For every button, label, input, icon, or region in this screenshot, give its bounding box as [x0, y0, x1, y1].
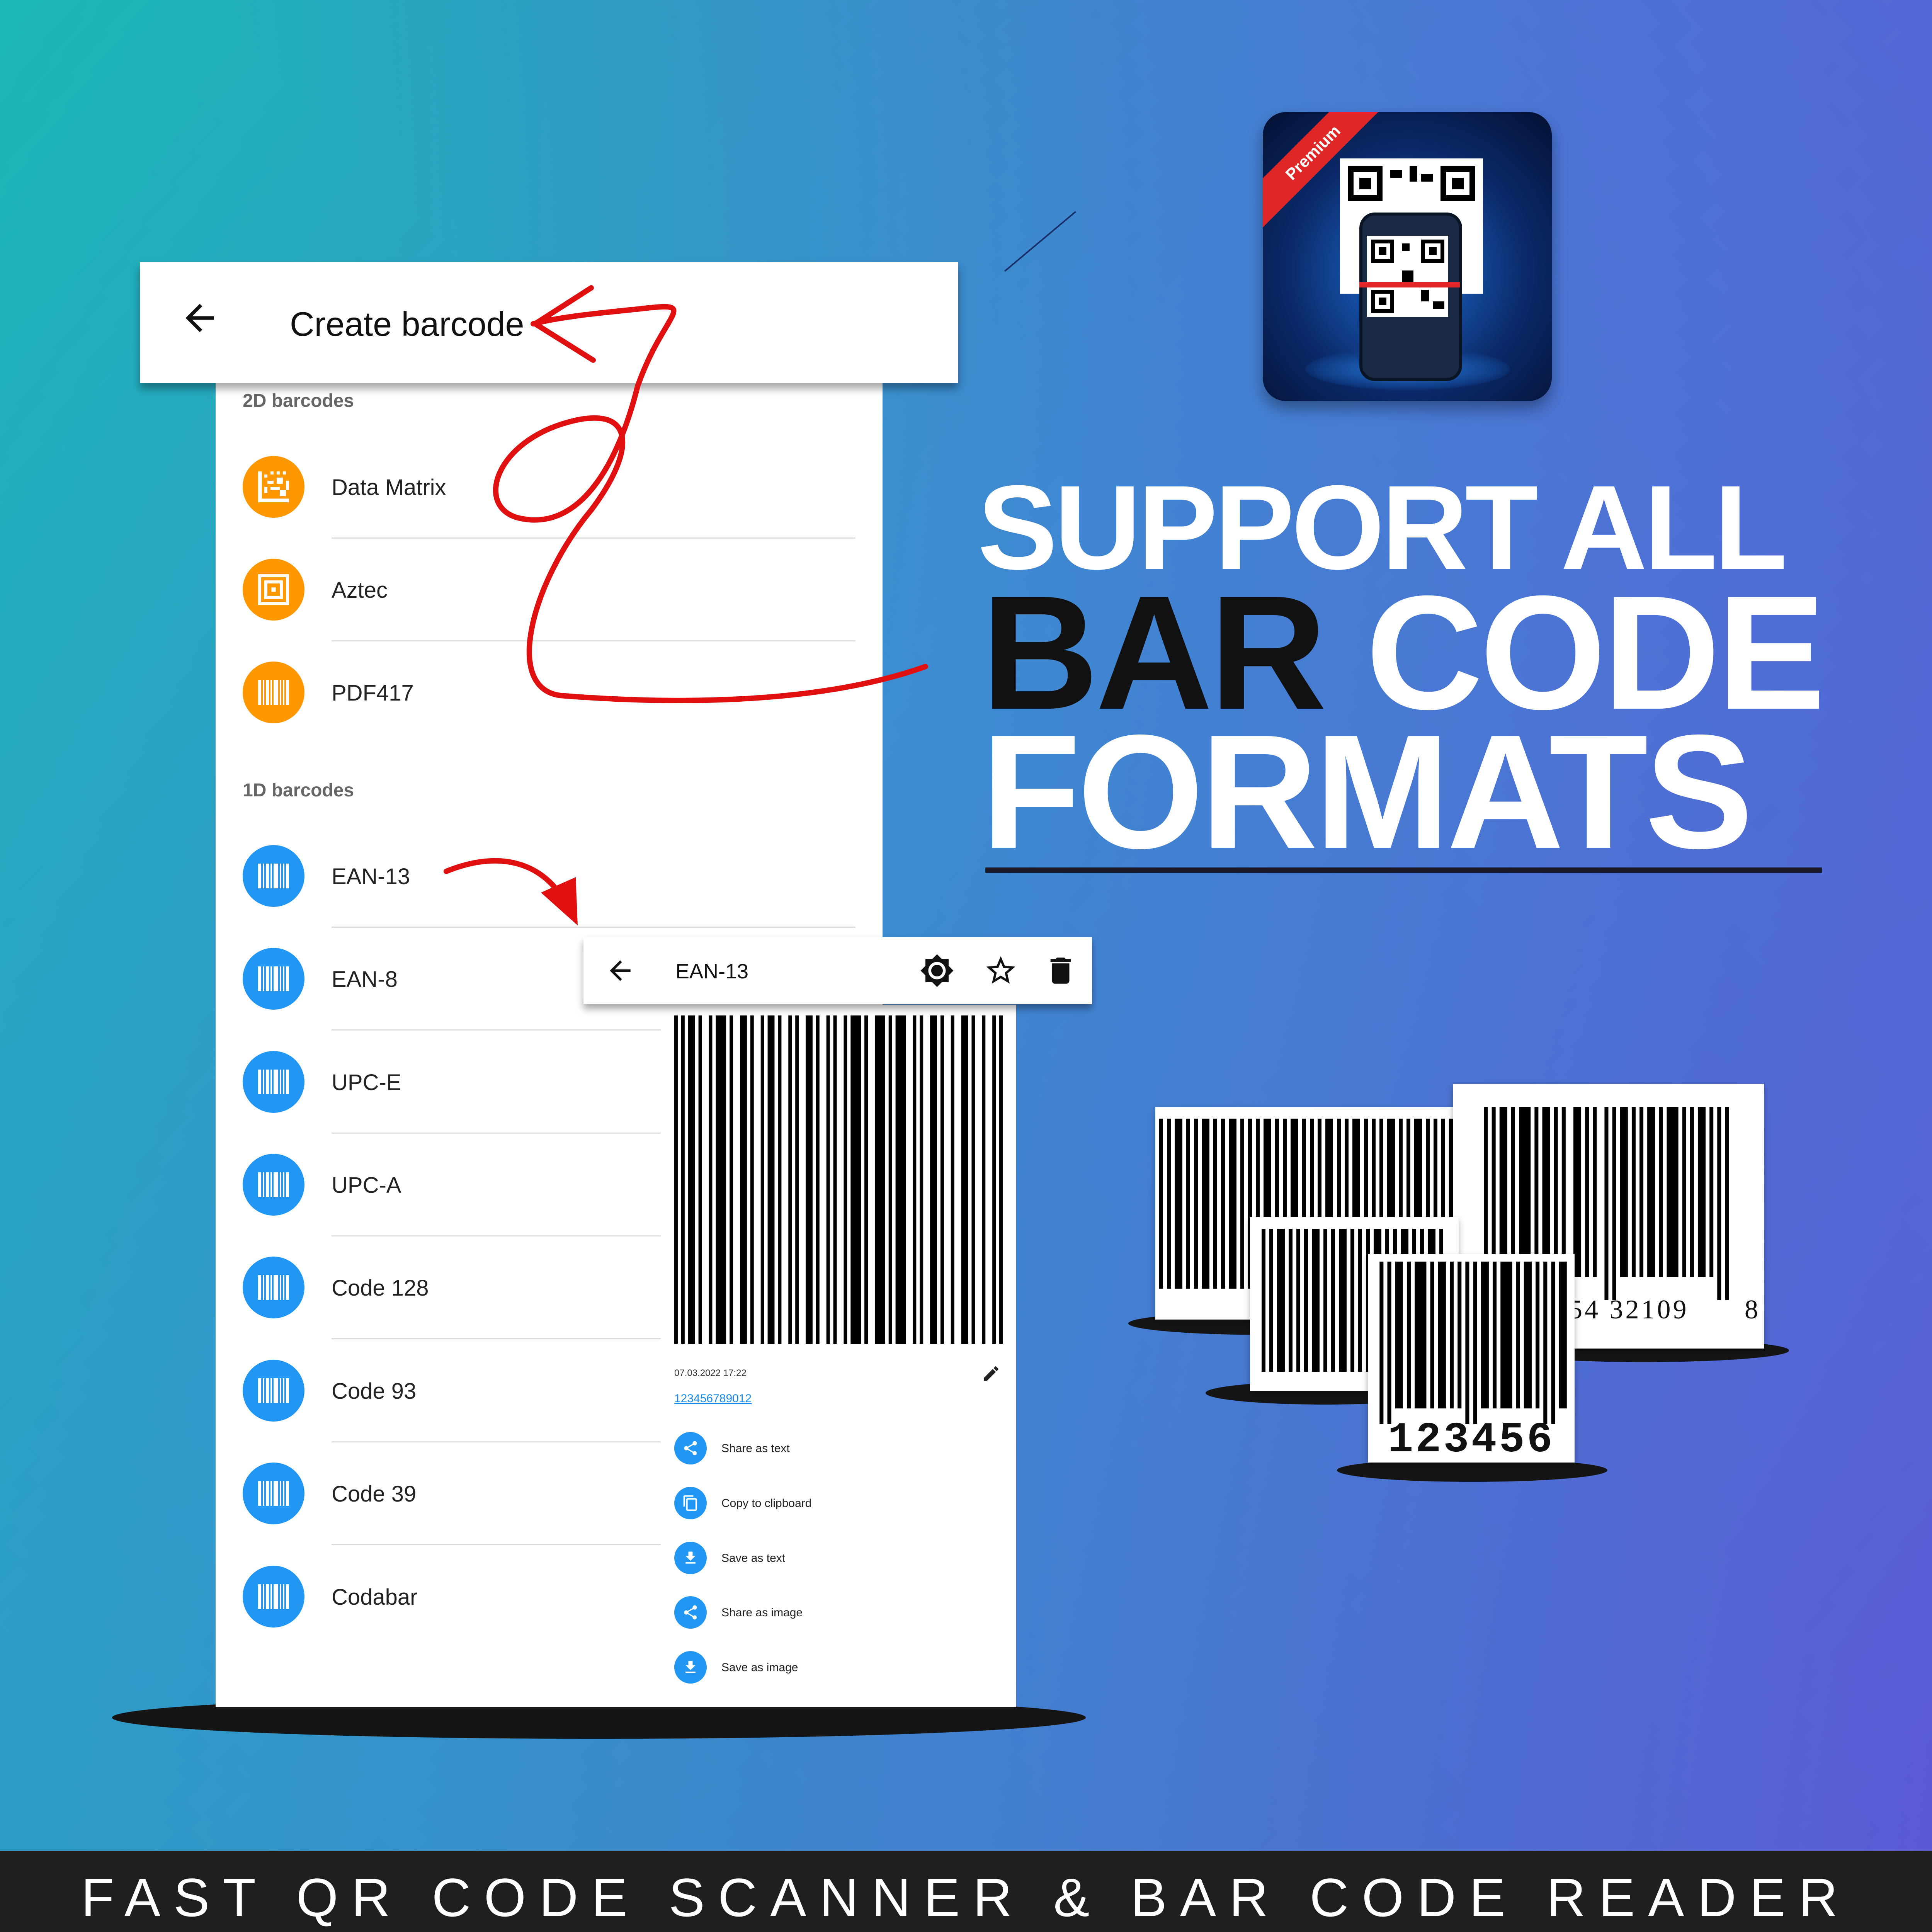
arrow-left-icon[interactable] [179, 297, 221, 339]
list-item-label: Data Matrix [332, 475, 446, 500]
list-item-pdf417[interactable]: PDF417 [243, 641, 855, 744]
section-2d-barcodes: 2D barcodes [243, 391, 354, 411]
barcode-card-front: 123456 [1368, 1254, 1575, 1464]
barcode-check-digit: 8 [1745, 1295, 1758, 1325]
barcode-icon [243, 948, 304, 1010]
list-item-ean-13[interactable]: EAN-13 [243, 825, 855, 928]
list-item-label: Codabar [332, 1585, 418, 1610]
aztec-icon [243, 559, 304, 621]
barcode-icon [243, 1463, 304, 1524]
brightness-icon[interactable] [920, 953, 954, 988]
action-share-as-image[interactable]: Share as image [674, 1593, 999, 1632]
scan-date: 07.03.2022 17:22 [674, 1368, 747, 1378]
footer-bar: FAST QR CODE SCANNER & BAR CODE READER [0, 1851, 1932, 1932]
share-icon [674, 1432, 707, 1464]
copy-icon [674, 1487, 707, 1519]
detail-title: EAN-13 [675, 960, 749, 983]
section-1d-barcodes: 1D barcodes [243, 780, 354, 801]
barcode-icon [243, 845, 304, 907]
download-icon [674, 1651, 707, 1684]
action-save-as-text[interactable]: Save as text [674, 1539, 999, 1577]
qr-code-small-icon [1367, 236, 1448, 317]
list-item-aztec[interactable]: Aztec [243, 539, 855, 641]
list-item-label: EAN-13 [332, 864, 410, 889]
create-barcode-app-bar: Create barcode [140, 262, 958, 383]
list-item-label: Code 39 [332, 1481, 417, 1507]
list-item-data-matrix[interactable]: Data Matrix [243, 436, 855, 539]
action-save-as-image[interactable]: Save as image [674, 1648, 999, 1687]
app-icon: Premium [1263, 112, 1552, 401]
list-item-label: UPC-A [332, 1173, 401, 1198]
data-matrix-icon [243, 456, 304, 518]
barcode-digits: 123456 [1388, 1416, 1555, 1464]
list-item-label: Aztec [332, 578, 388, 603]
list-item-label: Code 93 [332, 1379, 417, 1404]
list-item-label: Code 128 [332, 1276, 429, 1301]
star-icon[interactable] [983, 953, 1018, 988]
headline-underline [985, 867, 1822, 873]
action-share-as-text[interactable]: Share as text [674, 1429, 999, 1468]
action-label: Save as text [721, 1552, 786, 1565]
pdf417-icon [243, 662, 304, 723]
barcode-icon [243, 1360, 304, 1422]
action-label: Share as image [721, 1606, 803, 1619]
list-item-label: UPC-E [332, 1070, 401, 1095]
headline-formats: FORMATS [981, 701, 1753, 883]
arrow-left-icon[interactable] [605, 955, 636, 986]
download-icon [674, 1542, 707, 1574]
barcode-icon [243, 1051, 304, 1113]
action-label: Copy to clipboard [721, 1497, 812, 1510]
action-label: Share as text [721, 1442, 790, 1455]
delete-icon[interactable] [1043, 953, 1078, 988]
barcode-value-link[interactable]: 123456789012 [674, 1392, 752, 1405]
page-title: Create barcode [290, 305, 524, 343]
share-icon [674, 1596, 707, 1629]
barcode-icon [243, 1154, 304, 1216]
list-item-label: EAN-8 [332, 967, 398, 992]
action-label: Save as image [721, 1661, 798, 1674]
barcode-digits: 54 32109 [1569, 1295, 1689, 1325]
barcode-icon [243, 1257, 304, 1318]
edit-icon[interactable] [981, 1364, 1001, 1383]
scan-line [1359, 282, 1460, 287]
list-item-label: PDF417 [332, 680, 414, 706]
action-copy-to-clipboard[interactable]: Copy to clipboard [674, 1484, 999, 1522]
footer-title: FAST QR CODE SCANNER & BAR CODE READER [81, 1867, 1851, 1928]
ean13-barcode-image [674, 1015, 1003, 1344]
ean13-app-bar: EAN-13 [583, 937, 1092, 1004]
barcode-icon [243, 1566, 304, 1628]
